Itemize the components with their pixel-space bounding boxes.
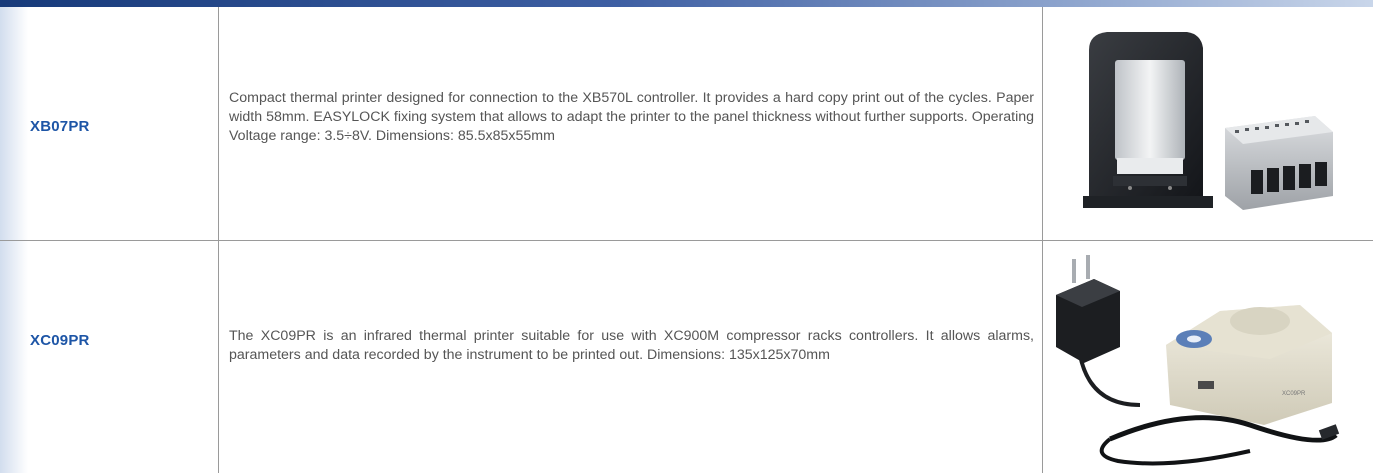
product-description: The XC09PR is an infrared thermal printe… xyxy=(229,328,1034,363)
product-description: Compact thermal printer designed for con… xyxy=(229,90,1034,144)
product-image-panel-printer xyxy=(1083,32,1333,210)
product-image-desktop-printer: XC09PR xyxy=(1056,255,1340,466)
product-row-xb07pr: XB07PR Compact thermal printer designed … xyxy=(0,7,1373,241)
product-row-xc09pr: XC09PR The XC09PR is an infrared thermal… xyxy=(0,241,1373,473)
top-accent-bar xyxy=(0,0,1373,7)
svg-text:XC09PR: XC09PR xyxy=(1282,391,1306,397)
product-code: XC09PR xyxy=(30,332,90,349)
product-code: XB07PR xyxy=(30,118,90,135)
